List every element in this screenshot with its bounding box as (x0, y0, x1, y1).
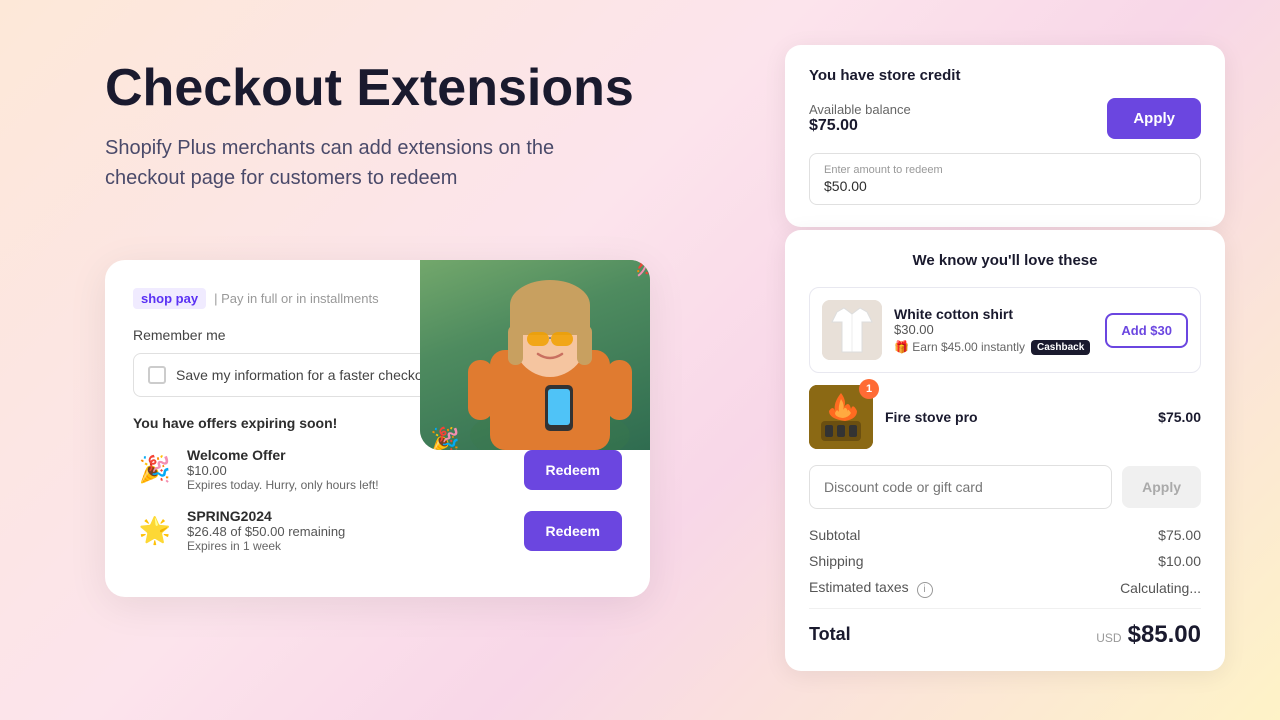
taxes-value: Calculating... (1120, 580, 1201, 596)
subtotal-row: Subtotal $75.00 (809, 527, 1201, 543)
shirt-price: $30.00 (894, 322, 1093, 337)
offer-2-expires: Expires in 1 week (187, 539, 524, 553)
store-credit-apply-button[interactable]: Apply (1107, 98, 1201, 139)
cashback-row: 🎁 Earn $45.00 instantly Cashback (894, 340, 1093, 355)
subtotal-value: $75.00 (1158, 527, 1201, 543)
cashback-badge: Cashback (1031, 340, 1090, 355)
discount-row: Apply (809, 465, 1201, 509)
redeem-button-2[interactable]: Redeem (524, 511, 622, 551)
fire-product-badge: 1 (859, 379, 879, 399)
fire-product-row: 1 Fire stove pro $75.00 (809, 385, 1201, 449)
shipping-value: $10.00 (1158, 553, 1201, 569)
total-row: Total USD $85.00 (809, 608, 1201, 649)
offer-row-2: 🌟 SPRING2024 $26.48 of $50.00 remaining … (133, 508, 622, 553)
offer-2-amount: $26.48 of $50.00 remaining (187, 524, 524, 539)
save-info-label: Save my information for a faster checkou… (176, 367, 434, 383)
person-image: 🎊 (420, 260, 650, 450)
total-currency: USD (1096, 631, 1121, 645)
fire-product-image: 1 (809, 385, 873, 449)
taxes-info-icon[interactable]: i (917, 582, 933, 598)
recommendations-title: We know you'll love these (809, 252, 1201, 269)
shoppay-installments: | Pay in full or in installments (214, 291, 379, 306)
offer-2-info: SPRING2024 $26.48 of $50.00 remaining Ex… (177, 508, 524, 553)
offer-1-expires: Expires today. Hurry, only hours left! (187, 478, 524, 492)
store-credit-title: You have store credit (809, 67, 1201, 84)
credit-row: Available balance $75.00 Apply (809, 98, 1201, 139)
redeem-input-value: $50.00 (824, 178, 1186, 194)
shipping-label: Shipping (809, 553, 864, 569)
redeem-button-1[interactable]: Redeem (524, 450, 622, 490)
recommendations-card: We know you'll love these White cotton s… (785, 230, 1225, 671)
taxes-row: Estimated taxes i Calculating... (809, 579, 1201, 598)
discount-apply-button[interactable]: Apply (1122, 466, 1201, 508)
page-title: Checkout Extensions (105, 60, 705, 117)
store-credit-card: You have store credit Available balance … (785, 45, 1225, 227)
fire-product-name: Fire stove pro (885, 409, 1158, 425)
hero-section: Checkout Extensions Shopify Plus merchan… (105, 60, 705, 193)
credit-label: Available balance (809, 102, 911, 117)
checkout-card: 🎊 (105, 260, 650, 597)
welcome-offer-icon: 🎉 (133, 448, 177, 492)
total-right: USD $85.00 (1096, 621, 1201, 649)
save-info-checkbox[interactable] (148, 366, 166, 384)
total-amount: $85.00 (1128, 621, 1201, 649)
total-label: Total (809, 624, 851, 645)
cashback-text: 🎁 Earn $45.00 instantly (894, 340, 1025, 354)
confetti-icon-bottom: 🎉 (430, 426, 460, 450)
redeem-amount-input[interactable]: Enter amount to redeem $50.00 (809, 153, 1201, 205)
subtotal-label: Subtotal (809, 527, 860, 543)
offer-1-amount: $10.00 (187, 463, 524, 478)
credit-info: Available balance $75.00 (809, 102, 911, 135)
add-shirt-button[interactable]: Add $30 (1105, 313, 1188, 348)
offer-2-name: SPRING2024 (187, 508, 524, 524)
redeem-input-label: Enter amount to redeem (824, 164, 1186, 176)
spring-offer-icon: 🌟 (133, 509, 177, 553)
credit-amount: $75.00 (809, 117, 911, 135)
shoppay-logo: shop pay (133, 288, 206, 309)
shirt-info: White cotton shirt $30.00 🎁 Earn $45.00 … (882, 306, 1105, 355)
offer-1-info: Welcome Offer $10.00 Expires today. Hurr… (177, 447, 524, 492)
shirt-name: White cotton shirt (894, 306, 1093, 322)
shirt-image (822, 300, 882, 360)
product-row-shirt: White cotton shirt $30.00 🎁 Earn $45.00 … (809, 287, 1201, 373)
fire-product-price: $75.00 (1158, 409, 1201, 425)
page-subtitle: Shopify Plus merchants can add extension… (105, 133, 585, 193)
offer-row-1: 🎉 Welcome Offer $10.00 Expires today. Hu… (133, 447, 622, 492)
shipping-row: Shipping $10.00 (809, 553, 1201, 569)
discount-code-input[interactable] (809, 465, 1112, 509)
fire-info: Fire stove pro (873, 409, 1158, 425)
taxes-label: Estimated taxes i (809, 579, 933, 598)
